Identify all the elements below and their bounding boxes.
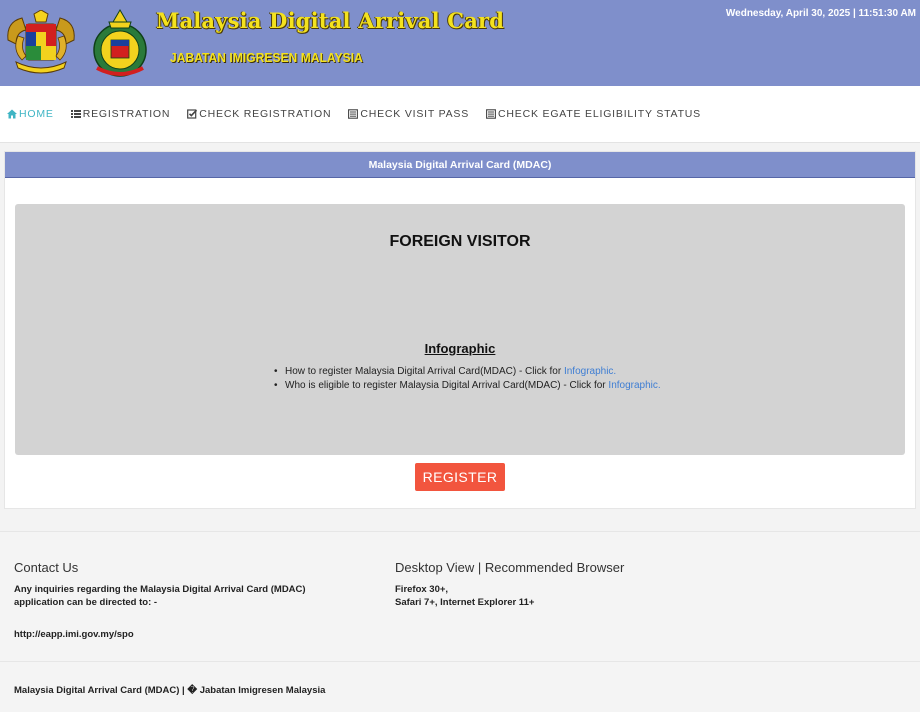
app-title: Malaysia Digital Arrival Card xyxy=(156,8,505,33)
contact-section: Contact Us Any inquiries regarding the M… xyxy=(14,560,354,640)
nav-item-check-registration[interactable]: CHECK REGISTRATION xyxy=(187,108,331,120)
browser-line-2: Safari 7+, Internet Explorer 11+ xyxy=(395,597,535,608)
browser-line-1: Firefox 30+, xyxy=(395,584,449,595)
copyright-bar: Malaysia Digital Arrival Card (MDAC) | �… xyxy=(0,661,920,712)
infographic-title: Infographic xyxy=(424,341,496,356)
browser-section: Desktop View | Recommended Browser Firef… xyxy=(395,560,725,609)
malaysia-coat-of-arms-logo xyxy=(7,10,75,74)
nav-label-registration: REGISTRATION xyxy=(82,108,171,120)
nav-item-check-visit-pass[interactable]: CHECK VISIT PASS xyxy=(348,108,469,120)
panel-heading: Malaysia Digital Arrival Card (MDAC) xyxy=(5,152,915,178)
main-nav: HOME REGISTRATION CHECK REGISTRATION CHE… xyxy=(0,86,920,143)
browser-heading: Desktop View | Recommended Browser xyxy=(395,560,625,575)
list-icon xyxy=(70,110,81,118)
nav-item-check-egate[interactable]: CHECK EGATE ELIGIBILITY STATUS xyxy=(486,108,701,120)
infographic-list: How to register Malaysia Digital Arrival… xyxy=(274,365,661,393)
nav-label-home: HOME xyxy=(19,108,54,120)
nav-item-home[interactable]: HOME xyxy=(7,108,54,120)
nav-label-check-registration: CHECK REGISTRATION xyxy=(199,108,332,120)
infographic-link-eligible[interactable]: Infographic. xyxy=(608,380,660,391)
infographic-text-register: How to register Malaysia Digital Arrival… xyxy=(285,366,564,377)
list-item: How to register Malaysia Digital Arrival… xyxy=(274,365,661,379)
contact-link[interactable]: http://eapp.imi.gov.my/spo xyxy=(14,629,354,640)
home-icon xyxy=(7,109,17,119)
check-square-icon xyxy=(187,109,198,119)
register-button[interactable]: REGISTER xyxy=(415,463,505,491)
footer: Contact Us Any inquiries regarding the M… xyxy=(0,531,920,661)
datetime-display: Wednesday, April 30, 2025 | 11:51:30 AM xyxy=(725,8,916,19)
infographic-link-register[interactable]: Infographic. xyxy=(564,366,616,377)
document-icon xyxy=(348,109,359,119)
document-icon xyxy=(486,109,496,119)
foreign-visitor-box: FOREIGN VISITOR Infographic How to regis… xyxy=(15,204,905,455)
nav-label-check-visit-pass: CHECK VISIT PASS xyxy=(360,108,470,120)
nav-label-check-egate: CHECK EGATE ELIGIBILITY STATUS xyxy=(498,108,701,120)
list-item: Who is eligible to register Malaysia Dig… xyxy=(274,379,661,393)
foreign-visitor-title: FOREIGN VISITOR xyxy=(389,233,531,250)
contact-text: Any inquiries regarding the Malaysia Dig… xyxy=(14,584,306,608)
imigresen-emblem-logo xyxy=(93,9,147,77)
copyright-text: Malaysia Digital Arrival Card (MDAC) | �… xyxy=(14,685,326,696)
mdac-panel: Malaysia Digital Arrival Card (MDAC) FOR… xyxy=(4,151,916,509)
app-subtitle: JABATAN IMIGRESEN MALAYSIA xyxy=(170,50,363,65)
header-banner: Malaysia Digital Arrival Card JABATAN IM… xyxy=(0,0,920,86)
nav-item-registration[interactable]: REGISTRATION xyxy=(70,108,171,120)
contact-heading: Contact Us xyxy=(14,560,79,575)
infographic-text-eligible: Who is eligible to register Malaysia Dig… xyxy=(285,380,609,391)
